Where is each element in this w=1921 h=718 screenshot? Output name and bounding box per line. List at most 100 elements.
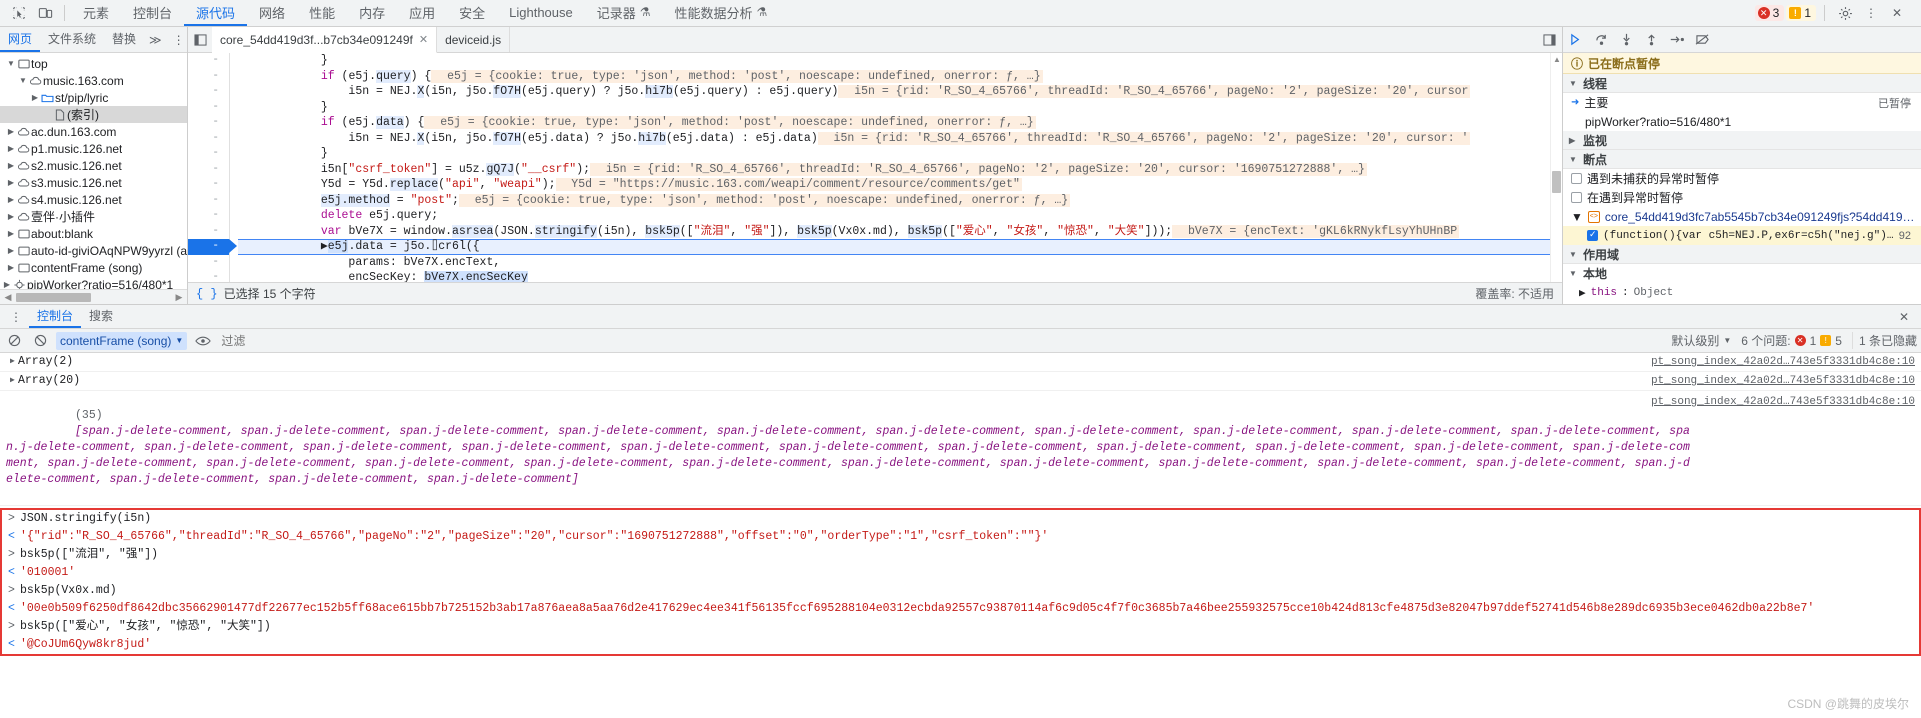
- tab-performance[interactable]: 性能: [297, 0, 347, 26]
- tree-item-about-blank[interactable]: ▶ about:blank: [0, 225, 187, 242]
- tab-security[interactable]: 安全: [447, 0, 497, 26]
- code-editor[interactable]: - - - - - - - - - - - - - - - - -: [188, 53, 1562, 282]
- twisty-icon[interactable]: ▶: [2, 280, 12, 289]
- tab-elements[interactable]: 元素: [71, 0, 121, 26]
- console-messages[interactable]: ▶ Array(2) pt_song_index_42a02d…743e5f33…: [0, 353, 1921, 718]
- section-breakpoints[interactable]: ▼ 断点: [1563, 150, 1921, 169]
- section-watch[interactable]: ▶ 监视: [1563, 131, 1921, 150]
- chevron-down-icon[interactable]: ▼: [1571, 210, 1583, 224]
- tab-recorder[interactable]: 记录器 ⚗: [585, 0, 663, 26]
- scope-local-header[interactable]: ▼ 本地: [1563, 264, 1921, 283]
- console-output-row[interactable]: < '00e0b509f6250df8642dbc35662901477df22…: [2, 600, 1919, 618]
- scope-var-this[interactable]: ▶ this : Object: [1563, 283, 1921, 302]
- no-block-icon[interactable]: [30, 334, 50, 347]
- step-icon[interactable]: [1669, 33, 1685, 46]
- tree-item-yiban[interactable]: ▶ 壹伴·小插件: [0, 208, 187, 225]
- tab-sources[interactable]: 源代码: [184, 0, 248, 26]
- tree-item-s3music126[interactable]: ▶ s3.music.126.net: [0, 174, 187, 191]
- line-number[interactable]: -: [188, 84, 229, 100]
- line-number[interactable]: -: [188, 131, 229, 147]
- nav-tab-page[interactable]: 网页: [0, 27, 41, 52]
- thread-main[interactable]: ➜ 主要 已暂停: [1563, 93, 1921, 112]
- line-number[interactable]: -: [188, 177, 229, 193]
- chevron-down-icon[interactable]: ▼: [1569, 250, 1579, 259]
- breakpoint-enabled-checkbox[interactable]: [1587, 229, 1598, 241]
- execution-context-selector[interactable]: contentFrame (song) ▼: [56, 331, 188, 350]
- section-scope[interactable]: ▼ 作用域: [1563, 245, 1921, 264]
- resume-script-icon[interactable]: [1569, 33, 1584, 46]
- console-filter-input[interactable]: [219, 331, 1662, 350]
- tree-item-music163[interactable]: ▼ music.163.com: [0, 72, 187, 89]
- tree-item-st-pip-lyric[interactable]: ▶ st/pip/lyric: [0, 89, 187, 106]
- line-number-gutter[interactable]: - - - - - - - - - - - - - - - - -: [188, 53, 237, 282]
- scroll-left-icon[interactable]: ◀: [2, 292, 14, 303]
- tab-memory[interactable]: 内存: [347, 0, 397, 26]
- show-navigator-icon[interactable]: [188, 27, 212, 52]
- code-line[interactable]: delete e5j.query;: [238, 208, 1550, 224]
- step-into-icon[interactable]: [1619, 33, 1634, 46]
- tree-item-acdun[interactable]: ▶ ac.dun.163.com: [0, 123, 187, 140]
- line-number[interactable]: -: [188, 270, 229, 282]
- expand-triangle-icon[interactable]: ▶: [6, 372, 18, 390]
- console-source-link[interactable]: pt_song_index_42a02d…743e5f3331db4c8e:10: [1651, 372, 1915, 390]
- section-threads[interactable]: ▼ 线程: [1563, 74, 1921, 93]
- code-line[interactable]: if (e5j.data) { e5j = {cookie: true, typ…: [238, 115, 1550, 131]
- twisty-icon[interactable]: ▶: [6, 127, 16, 136]
- pause-uncaught-exceptions-row[interactable]: 遇到未捕获的异常时暂停: [1563, 169, 1921, 188]
- tab-performance-insights[interactable]: 性能数据分析 ⚗: [663, 0, 780, 26]
- scope-var-y5d[interactable]: Y5d : "https://music.163.com/weapi/comme…: [1563, 302, 1921, 304]
- line-number[interactable]: -: [188, 53, 229, 69]
- thread-worker[interactable]: pipWorker?ratio=516/480*1: [1563, 112, 1921, 131]
- line-number[interactable]: -: [188, 255, 229, 271]
- gear-icon[interactable]: [1833, 1, 1857, 25]
- tab-network[interactable]: 网络: [247, 0, 297, 26]
- drawer-more-options-icon[interactable]: ⋮: [4, 310, 29, 324]
- tab-application[interactable]: 应用: [397, 0, 447, 26]
- code-line[interactable]: i5n = NEJ.X(i5n, j5o.fO7H(e5j.query) ? j…: [238, 84, 1550, 100]
- twisty-icon[interactable]: ▶: [30, 93, 40, 102]
- close-icon[interactable]: ✕: [419, 33, 428, 46]
- editor-tab-deviceid[interactable]: deviceid.js: [437, 27, 511, 52]
- chevron-right-icon[interactable]: ▶: [1579, 286, 1586, 300]
- console-input-row[interactable]: > JSON.stringify(i5n): [2, 510, 1919, 528]
- tree-item-index[interactable]: (索引): [0, 106, 187, 123]
- editor-vertical-scrollbar[interactable]: ▲: [1550, 53, 1562, 282]
- chevron-down-icon[interactable]: ▼: [1569, 79, 1579, 88]
- tab-console[interactable]: 控制台: [121, 0, 184, 26]
- console-source-link[interactable]: pt_song_index_42a02d…743e5f3331db4c8e:10: [1651, 393, 1915, 411]
- scroll-right-icon[interactable]: ▶: [173, 292, 185, 303]
- line-number[interactable]: -: [188, 100, 229, 116]
- console-row-nodelist[interactable]: pt_song_index_42a02d…743e5f3331db4c8e:10…: [0, 391, 1921, 506]
- eye-icon[interactable]: [193, 335, 213, 347]
- twisty-icon[interactable]: ▶: [6, 212, 16, 221]
- tree-item-s2music126[interactable]: ▶ s2.music.126.net: [0, 157, 187, 174]
- console-row-array2[interactable]: ▶ Array(2) pt_song_index_42a02d…743e5f33…: [0, 353, 1921, 372]
- line-number[interactable]: -: [188, 208, 229, 224]
- code-line[interactable]: e5j.method = "post"; e5j = {cookie: true…: [238, 193, 1550, 209]
- drawer-close-icon[interactable]: ✕: [1891, 310, 1917, 324]
- step-over-icon[interactable]: [1594, 33, 1609, 46]
- twisty-icon[interactable]: ▶: [6, 161, 16, 170]
- tree-item-pipworker[interactable]: ▶ pipWorker?ratio=516/480*1: [0, 276, 187, 289]
- twisty-icon[interactable]: ▼: [6, 59, 16, 68]
- scrollbar-track[interactable]: [14, 292, 173, 302]
- twisty-icon[interactable]: ▶: [6, 195, 16, 204]
- scrollbar-thumb[interactable]: [16, 292, 91, 302]
- code-line[interactable]: var bVe7X = window.asrsea(JSON.stringify…: [238, 224, 1550, 240]
- twisty-icon[interactable]: ▶: [6, 246, 16, 255]
- editor-tab-core[interactable]: core_54dd419d3f...b7cb34e091249f ✕: [212, 27, 438, 53]
- code-line[interactable]: }: [238, 146, 1550, 162]
- tree-item-top[interactable]: ▼ top: [0, 55, 187, 72]
- code-line-current[interactable]: ▶e5j.data = j5o.⌷cr6l({: [238, 239, 1550, 255]
- breakpoint-entry-row[interactable]: (function(){var c5h=NEJ.P,ex6r=c5h("nej.…: [1563, 226, 1921, 245]
- warning-count-badge[interactable]: ! 1: [1786, 5, 1816, 21]
- nav-tab-filesystem[interactable]: 文件系统: [40, 27, 104, 52]
- drawer-tab-search[interactable]: 搜索: [81, 305, 121, 328]
- console-source-link[interactable]: pt_song_index_42a02d…743e5f3331db4c8e:10: [1651, 353, 1915, 371]
- line-number[interactable]: -: [188, 193, 229, 209]
- chevron-down-icon[interactable]: ▼: [1569, 269, 1579, 278]
- console-output-row[interactable]: < '010001': [2, 564, 1919, 582]
- deactivate-breakpoints-icon[interactable]: [1695, 33, 1710, 46]
- inspect-element-icon[interactable]: [6, 1, 32, 25]
- log-level-selector[interactable]: 默认级别 ▼: [1667, 332, 1735, 349]
